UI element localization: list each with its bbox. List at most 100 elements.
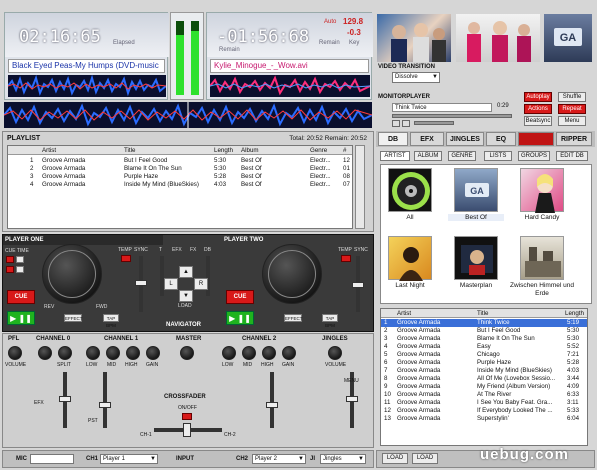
table-row[interactable]: 10 Groove Armada At The River 6:33 [381,391,587,399]
nav-right-button[interactable]: R [194,278,208,290]
p2-pitch-fader[interactable] [352,282,364,288]
edit-db-button[interactable]: EDIT DB [556,151,588,161]
library-load-button[interactable]: LOAD [382,453,408,464]
table-row[interactable]: 6 Groove Armada Purple Haze 5:28 [381,359,587,367]
p1-cue-point-4[interactable] [16,266,24,273]
master-knob[interactable] [180,346,194,360]
p1-tap-bpm-button[interactable]: TAP BPM [103,314,119,328]
ch0-fader[interactable] [59,396,71,402]
library-load-button-2[interactable]: LOAD [412,453,438,464]
album-best-of[interactable]: GA [454,168,498,212]
p1-sync-button[interactable] [121,255,131,262]
ch2-mid-knob[interactable] [242,346,256,360]
col-length[interactable]: Length [214,146,240,155]
nav-up-button[interactable]: ▲ [179,266,193,278]
nav-left-button[interactable]: L [164,278,178,290]
table-row[interactable]: 2 Groove Armada Blame It On The Sun 5:30… [8,165,352,173]
album-zwischen-himmel[interactable] [520,236,564,280]
ch2-input-select[interactable]: Player 2 ▼ [252,454,306,464]
mic-select[interactable] [30,454,74,464]
p2-sync-button[interactable] [341,255,351,262]
table-row[interactable]: 1 Groove Armada Think Twice 5:19 [381,319,587,327]
ch2-high-knob[interactable] [262,346,276,360]
tab-video[interactable] [518,132,554,146]
ch1-gain-knob[interactable] [146,346,160,360]
p1-pitch-fader[interactable] [135,280,147,286]
shuffle-button[interactable]: Shuffle [558,92,586,102]
table-row[interactable]: 11 Groove Armada I See You Baby Feat. Gra.… [381,399,587,407]
col-artist[interactable]: Artist [42,146,120,155]
monitor-volume-slider[interactable] [414,121,454,125]
playlist-scrollbar[interactable] [355,145,365,229]
table-row[interactable]: 4 Groove Armada Easy 5:52 [381,343,587,351]
tab-db[interactable]: DB [378,132,408,146]
crossfader-handle[interactable] [183,423,191,437]
table-row[interactable]: 12 Groove Armada If Everybody Looked The .… [381,407,587,415]
jingles-fader[interactable] [346,396,358,402]
table-row[interactable]: 3 Groove Armada Purple Haze 5:28 Best Of… [8,173,352,181]
pfl-volume-knob[interactable] [8,346,22,360]
fx-slider-1[interactable] [160,256,164,296]
table-row[interactable]: 4 Groove Armada Inside My Mind (BlueSkie… [8,181,352,189]
table-row[interactable]: 5 Groove Armada Chicago 7:21 [381,351,587,359]
album-masterplan[interactable] [454,236,498,280]
fx-slider-2[interactable] [206,256,210,296]
tab-jingles[interactable]: JINGLES [446,132,484,146]
ch1-high-knob[interactable] [126,346,140,360]
ch2-low-knob[interactable] [222,346,236,360]
p1-cue-button[interactable]: CUE [7,290,35,304]
overview-waveform[interactable] [4,102,372,128]
p1-effect-button[interactable]: EFFECT [64,314,83,322]
repeat-button[interactable]: Repeat [558,104,586,114]
lib-col-length[interactable]: Length [565,309,587,318]
p2-tap-bpm-button[interactable]: TAP BPM [322,314,338,328]
col-title[interactable]: Title [124,146,210,155]
table-row[interactable]: 7 Groove Armada Inside My Mind (BlueSkies)… [381,367,587,375]
filter-artist[interactable]: ARTIST [380,151,410,161]
menu-button[interactable]: Menu [558,116,586,126]
album-hard-candy[interactable] [520,168,564,213]
monitor-stop-button[interactable] [402,120,410,127]
monitor-play-button[interactable] [392,120,400,127]
table-row[interactable]: 9 Groove Armada My Friend (Album Version) 4… [381,383,587,391]
p2-cue-button[interactable]: CUE [226,290,254,304]
ch1-low-knob[interactable] [86,346,100,360]
ch1-fader[interactable] [99,402,111,408]
album-all[interactable] [388,168,432,212]
video-transition-select[interactable]: Dissolve ▼ [392,72,440,83]
filter-album[interactable]: ALBUM [414,151,442,161]
table-row[interactable]: 8 Groove Armada All Of Me (Lovebox Sessio.… [381,375,587,383]
tab-eq[interactable]: EQ [486,132,516,146]
tab-ripper[interactable]: RIPPER [556,132,592,146]
crossfader-onoff-button[interactable] [182,413,192,420]
p2-effect-button[interactable]: EFFECT [284,314,303,322]
ch1-input-select[interactable]: Player 1 ▼ [100,454,158,464]
p1-cue-point-1[interactable] [6,256,14,263]
jingles-input-select[interactable]: Jingles ▼ [320,454,366,464]
p1-cue-point-3[interactable] [6,266,14,273]
lib-col-title[interactable]: Title [477,309,561,318]
ch1-mid-knob[interactable] [106,346,120,360]
filter-genre[interactable]: GENRE [448,151,476,161]
autoplay-button[interactable]: Autoplay [524,92,552,102]
monitor-seek-slider[interactable] [392,114,512,118]
table-row[interactable]: 13 Groove Armada Superstylin' 6:04 [381,415,587,423]
p1-cue-point-2[interactable] [16,256,24,263]
col-genre[interactable]: Genre [310,146,340,155]
p2-play-button[interactable]: ▶ ❚❚ [226,311,254,325]
col-number[interactable]: # [343,146,352,155]
ch2-gain-knob[interactable] [282,346,296,360]
table-row[interactable]: 2 Groove Armada But I Feel Good 5:30 [381,327,587,335]
p1-play-button[interactable]: ▶ ❚❚ [7,311,35,325]
table-row[interactable]: 1 Groove Armada But I Feel Good 5:30 Bes… [8,157,352,165]
filter-groups[interactable]: GROUPS [518,151,550,161]
actions-button[interactable]: Actions [524,104,552,114]
lib-col-artist[interactable]: Artist [397,309,473,318]
nav-down-button[interactable]: ▼ [179,290,193,302]
beatsync-button[interactable]: Beatsync [524,116,552,126]
tab-efx[interactable]: EFX [410,132,444,146]
ch0-split-knob[interactable] [58,346,72,360]
table-row[interactable]: 3 Groove Armada Blame It On The Sun 5:30 [381,335,587,343]
filter-lists[interactable]: LISTS [484,151,512,161]
col-album[interactable]: Album [241,146,305,155]
